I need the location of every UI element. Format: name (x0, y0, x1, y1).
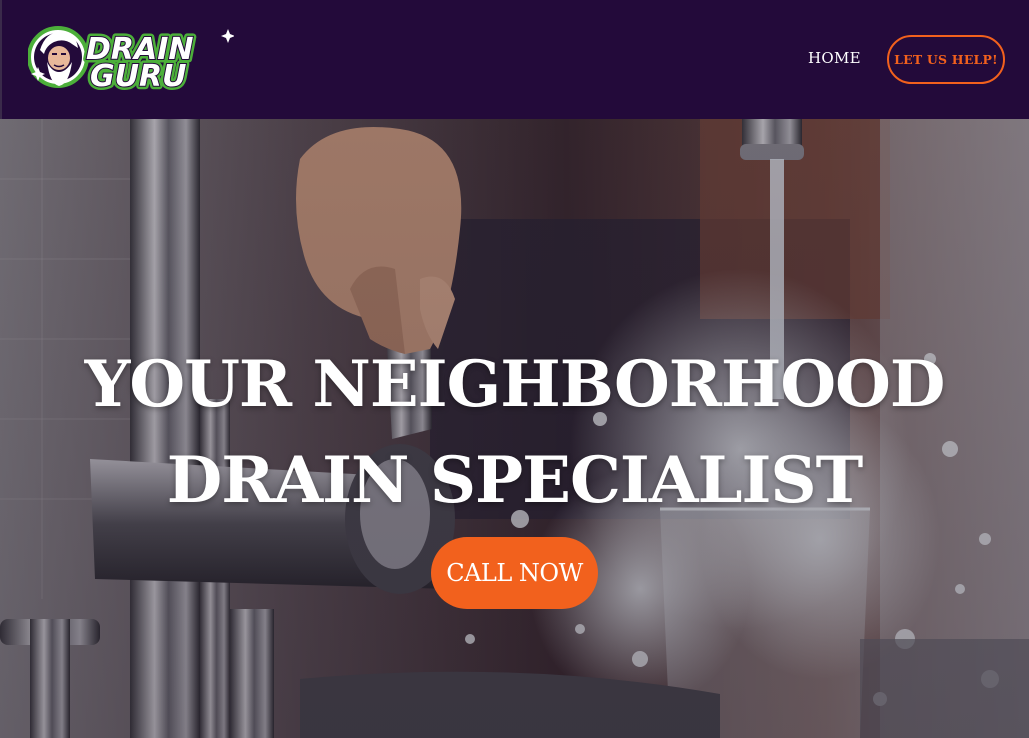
drain-guru-logo[interactable]: DRAIN DRAIN GURU GURU (28, 20, 234, 98)
page: DRAIN DRAIN GURU GURU HOME LET US HELP! (0, 0, 1029, 738)
let-us-help-button[interactable]: LET US HELP! (887, 35, 1005, 84)
site-header: DRAIN DRAIN GURU GURU HOME LET US HELP! (0, 0, 1029, 119)
hero-section: YOUR NEIGHBORHOOD DRAIN SPECIALIST CALL … (0, 119, 1029, 738)
call-now-button[interactable]: CALL NOW (431, 537, 598, 609)
hero-heading-line2: DRAIN SPECIALIST (166, 443, 864, 518)
logo-wordmark: DRAIN DRAIN GURU GURU (83, 29, 234, 98)
guru-head-icon (28, 26, 89, 88)
logo-text-guru-fill: GURU (90, 59, 186, 94)
sparkle-icon (221, 29, 234, 43)
hero-heading: YOUR NEIGHBORHOOD DRAIN SPECIALIST (0, 337, 1029, 529)
logo-graphic: DRAIN DRAIN GURU GURU (28, 26, 234, 98)
nav-home-link[interactable]: HOME (808, 49, 861, 67)
hero-heading-line1: YOUR NEIGHBORHOOD (84, 347, 946, 422)
